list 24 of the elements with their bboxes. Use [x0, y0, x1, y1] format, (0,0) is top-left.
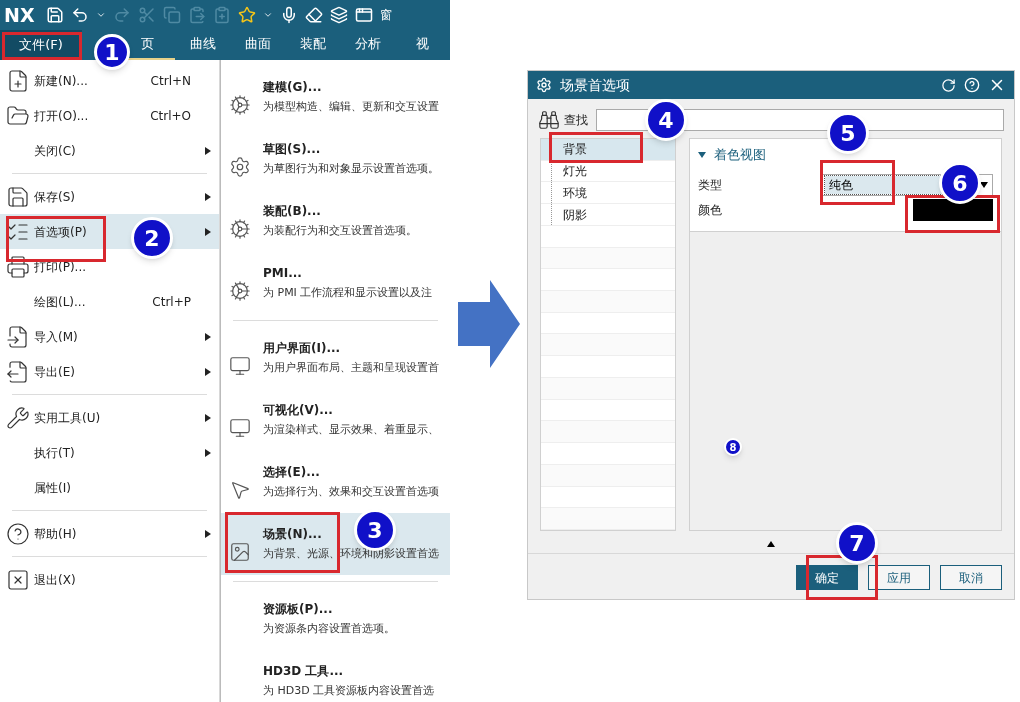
- menu-item-description: 为渲染样式、显示效果、着重显示、: [263, 422, 439, 439]
- search-label: 查找: [564, 112, 588, 129]
- menu-item-title: 建模(G)...: [263, 79, 322, 97]
- menu-item-description: 为装配行为和交互设置首选项。: [263, 223, 417, 240]
- menu-item-description: 为 PMI 工作流程和显示设置以及注: [263, 285, 433, 302]
- menu-item-description: 为选择行为、效果和交互设置首选项: [263, 484, 439, 501]
- menu-item-description: 为模型构造、编辑、更新和交互设置: [263, 99, 439, 116]
- menu-item-title: PMI...: [263, 265, 302, 283]
- menu-item-title: 草图(S)...: [263, 141, 321, 159]
- field-label: 颜色: [698, 201, 723, 219]
- menu-item-title: 可视化(V)...: [263, 402, 333, 420]
- menu-item-title: 场景(N)...: [263, 526, 322, 544]
- menu-item-title: 资源板(P)...: [263, 601, 333, 619]
- dialog-title: 场景首选项: [560, 75, 631, 95]
- menu-item-title: 选择(E)...: [263, 464, 320, 482]
- menu-item-description: 为草图行为和对象显示设置首选项。: [263, 161, 439, 178]
- menu-item-title: 用户界面(I)...: [263, 340, 341, 358]
- app-logo: NX: [4, 2, 35, 28]
- menu-item-title: HD3D 工具...: [263, 663, 344, 681]
- menu-item-description: 为用户界面布局、主题和呈现设置首: [263, 360, 439, 377]
- menu-item-title: 装配(B)...: [263, 203, 321, 221]
- field-label: 类型: [698, 176, 723, 194]
- menu-item-description: 为 HD3D 工具资源板内容设置首选: [263, 683, 435, 700]
- menu-item-description: 为资源条内容设置首选项。: [263, 621, 395, 638]
